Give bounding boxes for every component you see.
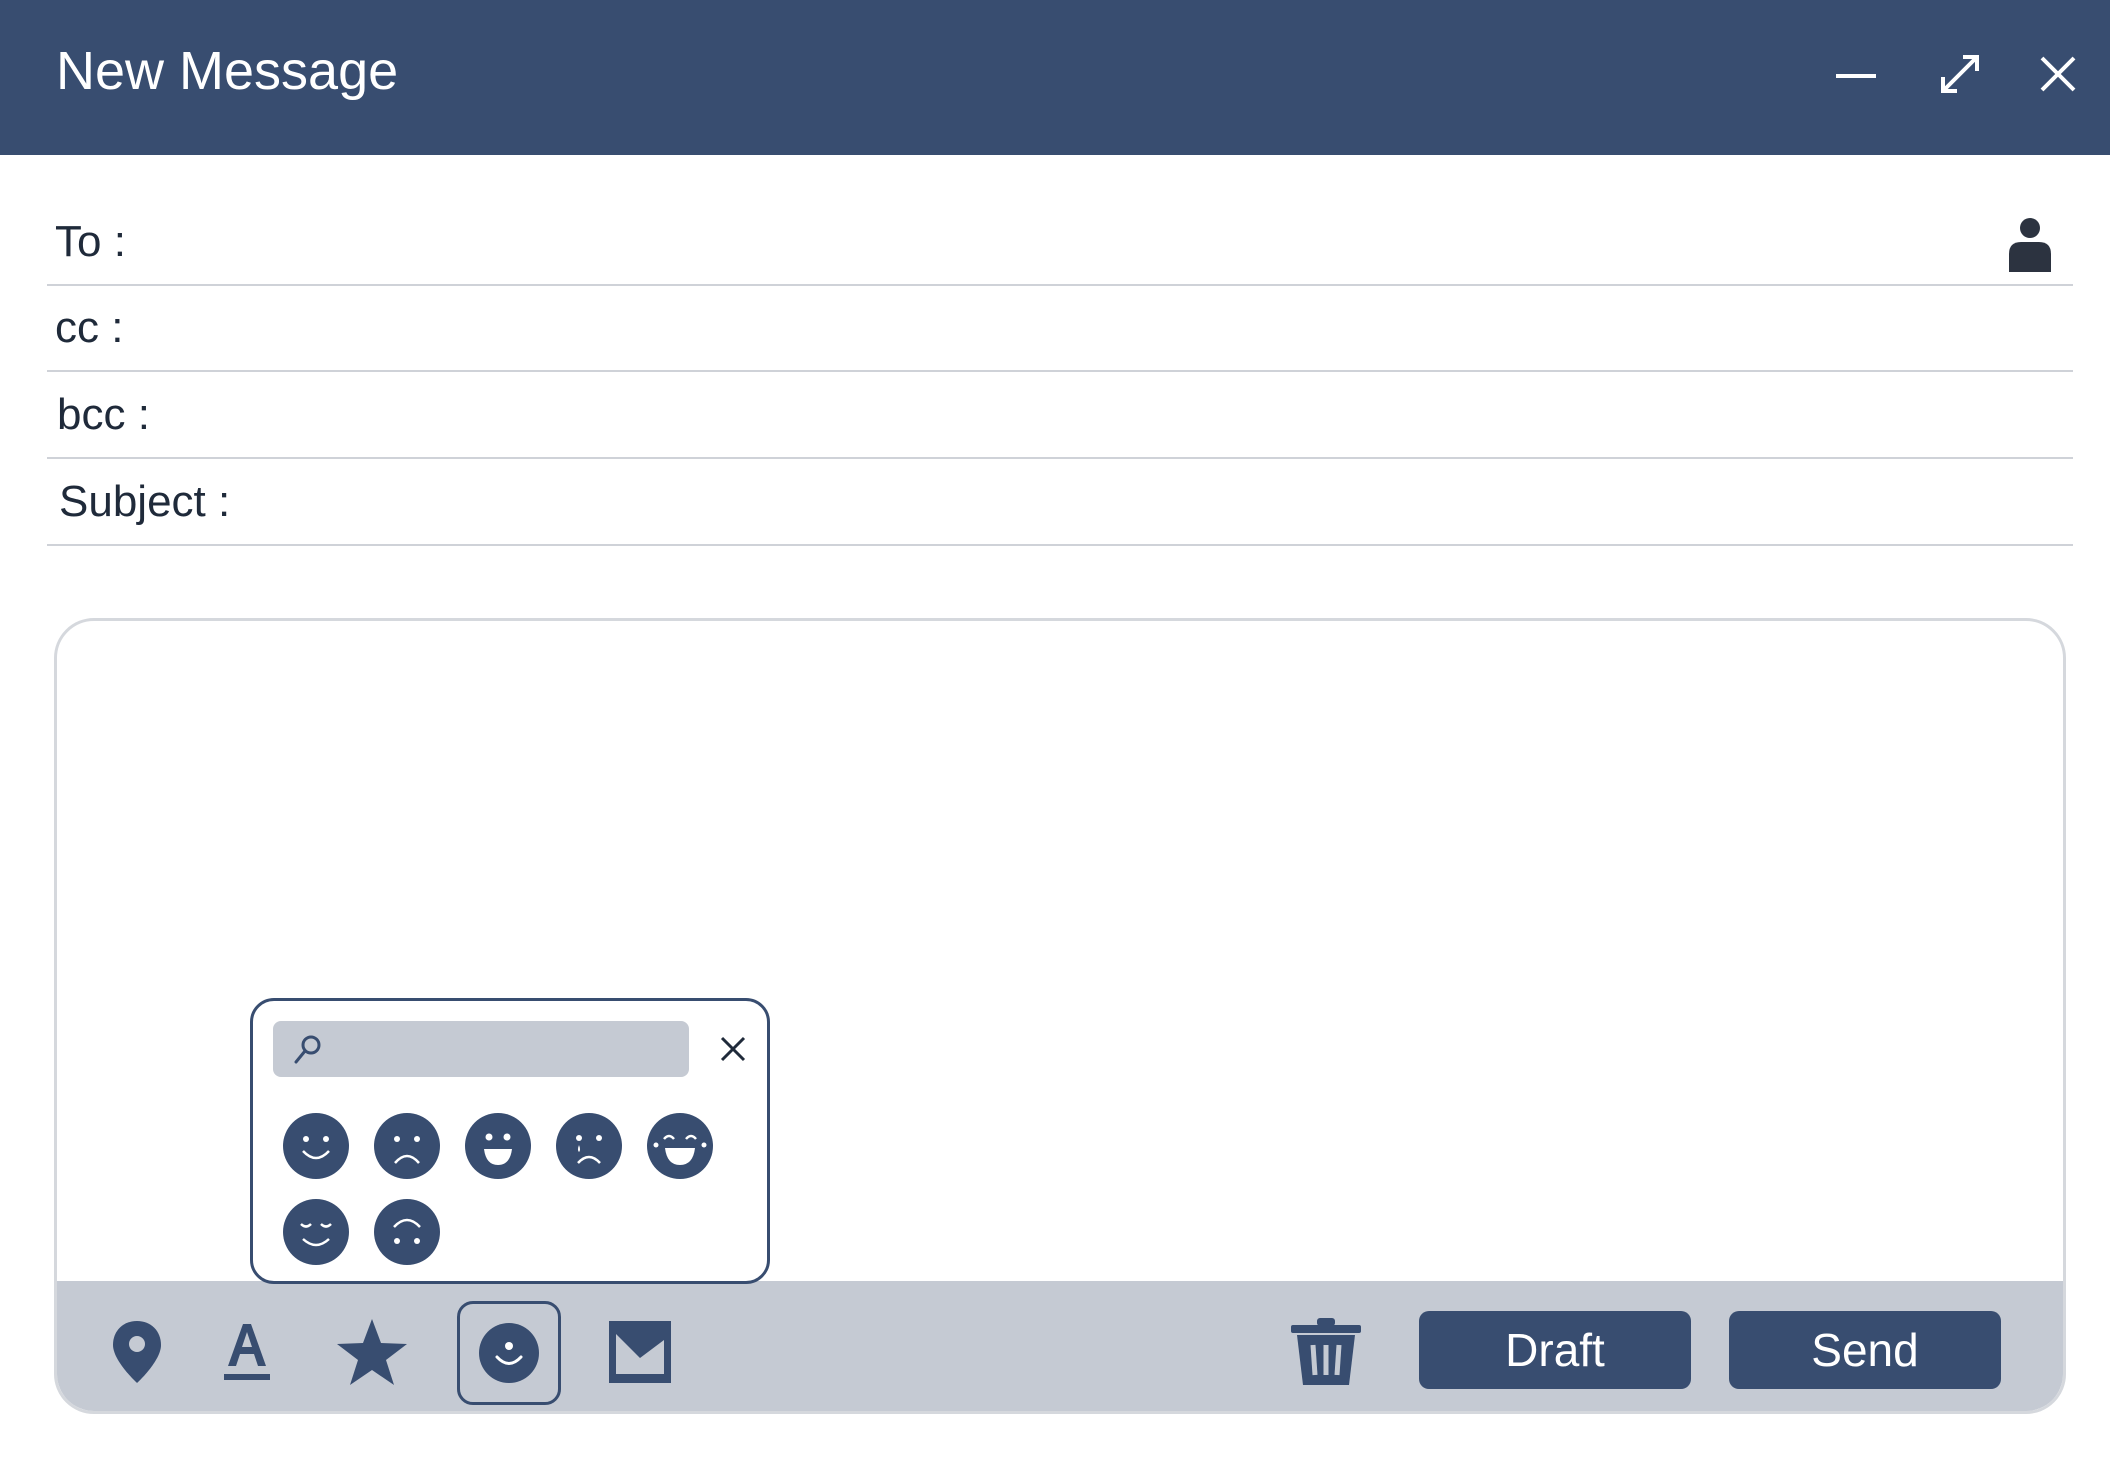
emoji-tearful-icon[interactable] (556, 1113, 622, 1179)
emoji-button[interactable] (457, 1301, 561, 1405)
emoji-content-icon[interactable] (283, 1199, 349, 1265)
location-button[interactable] (87, 1302, 187, 1402)
emoji-search-input[interactable] (333, 1027, 677, 1073)
delete-button[interactable] (1276, 1302, 1376, 1402)
bcc-input[interactable] (207, 385, 1983, 447)
favorite-button[interactable] (322, 1302, 422, 1402)
title-bar: New Message (0, 0, 2110, 155)
window-title: New Message (56, 41, 399, 101)
emoji-frown-icon[interactable] (374, 1113, 440, 1179)
emoji-laughing-icon[interactable] (647, 1113, 713, 1179)
image-icon (609, 1321, 671, 1383)
emoji-search-box[interactable] (273, 1021, 689, 1077)
to-field-row: To : (47, 198, 2073, 286)
close-icon (720, 1036, 746, 1062)
subject-label: Subject : (59, 477, 231, 526)
close-button[interactable] (2027, 46, 2089, 102)
expand-button[interactable] (1929, 46, 1991, 102)
expand-icon (1941, 55, 1979, 93)
bcc-label: bcc : (57, 390, 150, 439)
close-icon (2040, 56, 2076, 92)
minimize-icon (1836, 74, 1876, 78)
text-format-icon (224, 1324, 270, 1380)
emoji-picker-popup (250, 998, 770, 1284)
trash-icon (1291, 1318, 1361, 1385)
minimize-button[interactable] (1825, 46, 1887, 102)
subject-field-row: Subject : (47, 458, 2073, 546)
cc-label: cc : (55, 303, 124, 352)
draft-button[interactable]: Draft (1419, 1311, 1691, 1389)
send-button[interactable]: Send (1729, 1311, 2001, 1389)
emoji-upside-down-icon[interactable] (374, 1199, 440, 1265)
to-label: To : (55, 217, 126, 266)
cc-field-row: cc : (47, 284, 2073, 372)
emoji-picker-close-button[interactable] (711, 1027, 755, 1071)
emoji-smile-icon[interactable] (283, 1113, 349, 1179)
insert-image-button[interactable] (590, 1302, 690, 1402)
emoji-grin-icon[interactable] (465, 1113, 531, 1179)
bcc-field-row: bcc : (47, 371, 2073, 459)
to-input[interactable] (177, 212, 1983, 274)
search-icon (294, 1035, 321, 1064)
contact-person-icon[interactable] (2007, 216, 2053, 272)
subject-input[interactable] (267, 472, 1983, 534)
text-format-button[interactable] (197, 1302, 297, 1402)
cc-input[interactable] (177, 298, 1983, 360)
location-pin-icon (113, 1321, 161, 1383)
emoji-icon (479, 1323, 539, 1383)
star-icon (337, 1319, 407, 1385)
